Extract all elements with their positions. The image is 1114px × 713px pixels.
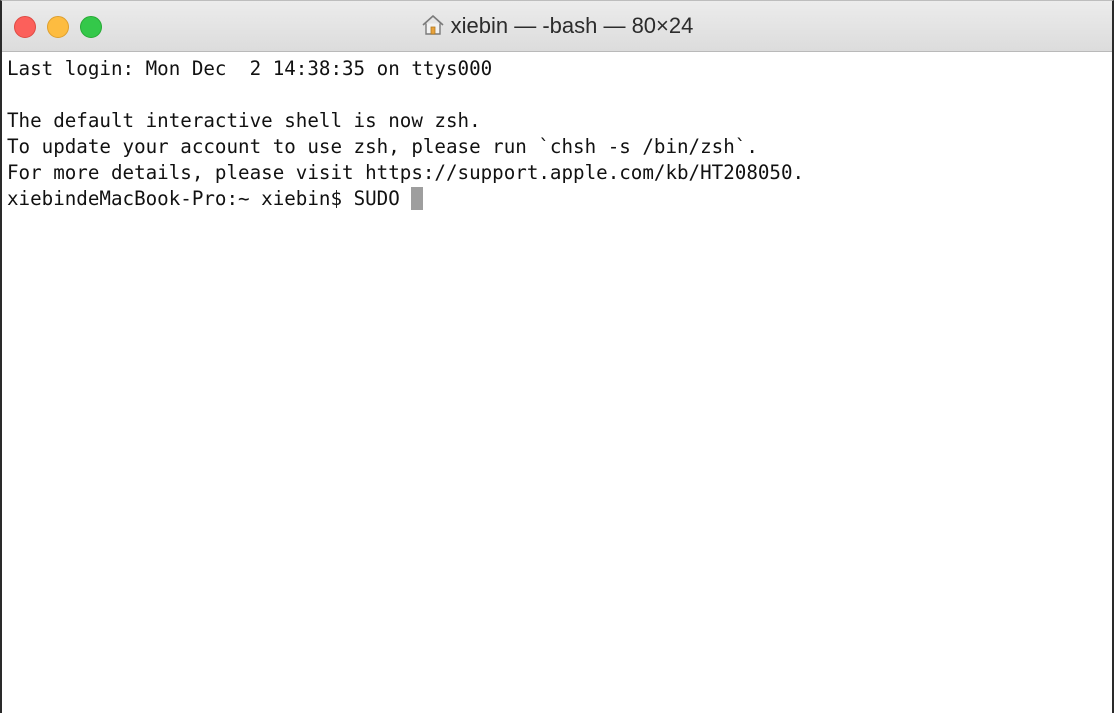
command-line[interactable]: xiebindeMacBook-Pro:~ xiebin$ SUDO [7, 186, 1112, 212]
window-title: xiebin — -bash — 80×24 [2, 13, 1112, 39]
command-input[interactable]: SUDO [354, 187, 412, 210]
text-cursor [411, 187, 424, 210]
output-line-blank [7, 82, 1112, 108]
terminal-output[interactable]: Last login: Mon Dec 2 14:38:35 on ttys00… [2, 52, 1112, 212]
title-bar[interactable]: xiebin — -bash — 80×24 [2, 1, 1112, 52]
output-line-last-login: Last login: Mon Dec 2 14:38:35 on ttys00… [7, 57, 493, 80]
terminal-window: xiebin — -bash — 80×24 Last login: Mon D… [0, 0, 1114, 713]
output-line-more-details: For more details, please visit https://s… [7, 161, 805, 184]
output-line-update-shell: To update your account to use zsh, pleas… [7, 135, 758, 158]
window-title-text: xiebin — -bash — 80×24 [450, 13, 694, 38]
home-icon [422, 15, 444, 35]
output-line-default-shell: The default interactive shell is now zsh… [7, 109, 481, 132]
shell-prompt: xiebindeMacBook-Pro:~ xiebin$ [7, 187, 354, 210]
